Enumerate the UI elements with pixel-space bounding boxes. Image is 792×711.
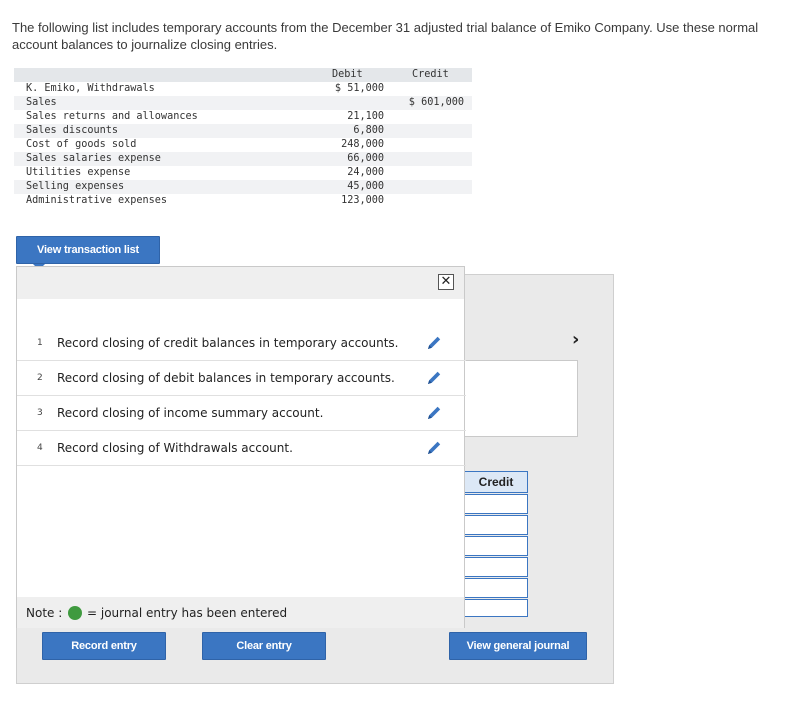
entered-status-dot-icon [68, 606, 82, 620]
instructions-text: The following list includes temporary ac… [12, 20, 759, 52]
trial-balance-row: Sales salaries expense 66,000 [14, 152, 472, 166]
popup-header [17, 267, 464, 299]
account-name: Sales discounts [26, 125, 119, 136]
credit-input[interactable] [464, 599, 528, 617]
account-name: Selling expenses [26, 181, 125, 192]
task-item[interactable]: 4 Record closing of Withdrawals account. [17, 432, 466, 466]
pencil-edit-icon[interactable] [424, 403, 444, 423]
next-chevron-icon[interactable]: › [572, 329, 579, 350]
task-text: Record closing of Withdrawals account. [57, 441, 293, 455]
credit-column-header: Credit [412, 69, 449, 80]
account-name: Sales returns and allowances [26, 111, 198, 122]
debit-amount: 45,000 [347, 181, 384, 192]
account-name: Sales [26, 97, 57, 108]
pencil-edit-icon[interactable] [424, 333, 444, 353]
debit-amount: 24,000 [347, 167, 384, 178]
close-icon[interactable]: ✕ [438, 274, 454, 290]
trial-balance-row: Utilities expense 24,000 [14, 166, 472, 180]
trial-balance-row: Administrative expenses 123,000 [14, 194, 472, 208]
task-item[interactable]: 3 Record closing of income summary accoun… [17, 397, 466, 431]
trial-balance-row: K. Emiko, Withdrawals $ 51,000 [14, 82, 472, 96]
transaction-list-popup: ✕ 1 Record closing of credit balances in … [16, 266, 466, 628]
account-name: Administrative expenses [26, 195, 168, 206]
debit-amount: 21,100 [347, 111, 384, 122]
debit-amount: 248,000 [341, 139, 384, 150]
view-general-journal-button[interactable]: View general journal [449, 632, 587, 660]
task-text: Record closing of credit balances in tem… [57, 336, 399, 350]
task-number: 2 [37, 373, 43, 383]
credit-amount: $ 601,000 [408, 97, 464, 108]
trial-balance-header: Debit Credit [14, 68, 472, 82]
debit-amount: 123,000 [341, 195, 384, 206]
account-name: Utilities expense [26, 167, 131, 178]
clear-entry-button[interactable]: Clear entry [202, 632, 326, 660]
trial-balance-row: Sales returns and allowances 21,100 [14, 110, 472, 124]
pencil-edit-icon[interactable] [424, 438, 444, 458]
debit-amount: $ 51,000 [334, 83, 384, 94]
note-legend: Note : = journal entry has been entered [17, 597, 464, 628]
credit-column-header-journal: Credit [464, 471, 528, 493]
account-name: K. Emiko, Withdrawals [26, 83, 155, 94]
credit-input[interactable] [464, 494, 528, 514]
trial-balance-row: Selling expenses 45,000 [14, 180, 472, 194]
credit-input[interactable] [464, 515, 528, 535]
task-number: 4 [37, 443, 43, 453]
debit-amount: 66,000 [347, 153, 384, 164]
journal-description-box [462, 360, 578, 437]
task-text: Record closing of debit balances in temp… [57, 371, 395, 385]
pencil-edit-icon[interactable] [424, 368, 444, 388]
debit-column-header: Debit [332, 69, 363, 80]
task-item[interactable]: 1 Record closing of credit balances in te… [17, 327, 466, 361]
task-text: Record closing of income summary account… [57, 406, 324, 420]
note-text: = journal entry has been entered [87, 606, 288, 620]
note-label: Note : [26, 606, 63, 620]
view-transaction-list-button[interactable]: View transaction list [16, 236, 160, 264]
credit-input[interactable] [464, 557, 528, 577]
credit-input[interactable] [464, 578, 528, 598]
trial-balance-row: Sales $ 601,000 [14, 96, 472, 110]
trial-balance-table: Debit Credit K. Emiko, Withdrawals $ 51,0… [14, 68, 472, 208]
trial-balance-row: Sales discounts 6,800 [14, 124, 472, 138]
task-number: 3 [37, 408, 43, 418]
trial-balance-row: Cost of goods sold 248,000 [14, 138, 472, 152]
account-name: Cost of goods sold [26, 139, 137, 150]
account-name: Sales salaries expense [26, 153, 161, 164]
record-entry-button[interactable]: Record entry [42, 632, 166, 660]
task-number: 1 [37, 338, 43, 348]
debit-amount: 6,800 [353, 125, 384, 136]
task-item[interactable]: 2 Record closing of debit balances in tem… [17, 362, 466, 396]
credit-input[interactable] [464, 536, 528, 556]
